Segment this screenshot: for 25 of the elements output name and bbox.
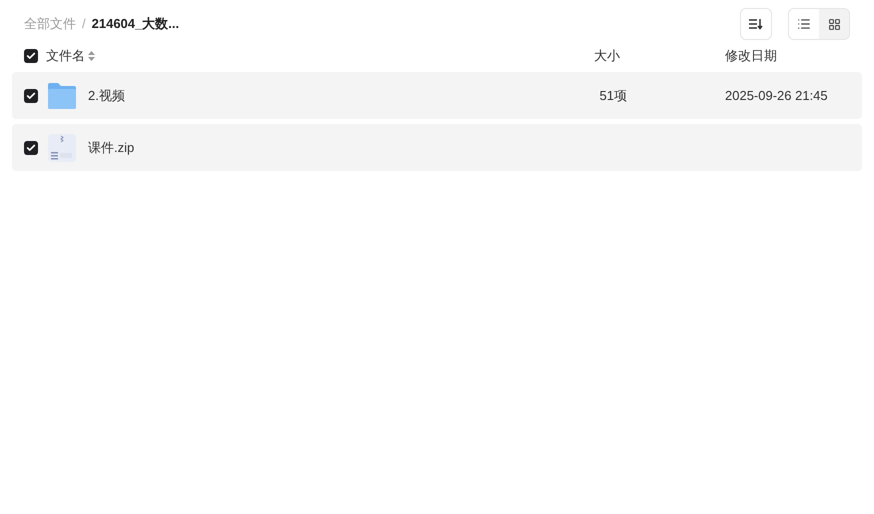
check-icon [26,51,36,61]
breadcrumb-item[interactable]: 214604_大数... [92,14,180,34]
file-name: 2.视频 [88,86,125,105]
check-icon [26,90,36,100]
checkbox[interactable] [24,49,38,63]
checkbox[interactable] [24,140,38,154]
folder-icon [47,82,77,110]
sort-button[interactable] [740,8,772,40]
list-view-button[interactable] [789,9,819,39]
column-header[interactable]: 文件名 [46,46,85,66]
file-row[interactable]: 课件.zip [12,124,862,171]
sort-arrows-icon [88,51,95,61]
file-size: 51项 [600,88,627,103]
zip-file-icon [47,132,77,162]
column-header[interactable]: 修改日期 [725,46,850,66]
file-row[interactable]: 2.视频 51项 2025-09-26 21:45 [12,72,862,119]
breadcrumb-separator: / [82,15,86,34]
grid-icon [828,18,840,30]
file-name: 课件.zip [88,138,134,157]
list-icon [797,17,811,31]
check-icon [26,142,36,152]
checkbox[interactable] [24,88,38,102]
modified-date: 2025-09-26 21:45 [725,88,828,103]
column-header[interactable]: 大小 [577,46,637,66]
sort-icon [749,18,763,30]
